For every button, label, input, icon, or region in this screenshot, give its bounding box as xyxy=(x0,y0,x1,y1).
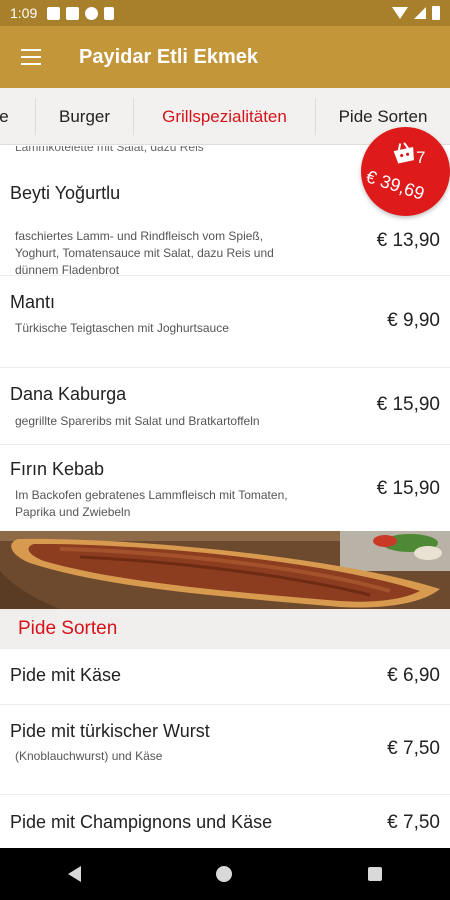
item-name: Pide mit türkischer Wurst xyxy=(10,721,210,741)
item-name: Dana Kaburga xyxy=(10,384,127,404)
app-title: Payidar Etli Ekmek xyxy=(79,45,258,68)
item-price: € 13,90 xyxy=(376,230,440,251)
status-time: 1:09 xyxy=(10,5,38,21)
hamburger-menu-icon[interactable] xyxy=(0,26,62,88)
item-description: (Knoblauchwurst) und Käse xyxy=(15,749,163,763)
shopping-bag-icon xyxy=(393,142,414,164)
menu-item[interactable]: Fırın Kebab Im Backofen gebratenes Lammf… xyxy=(0,445,450,531)
item-price: € 15,90 xyxy=(376,478,440,499)
back-icon[interactable] xyxy=(67,866,81,882)
menu-item[interactable]: Pide mit türkischer Wurst (Knoblauchwurs… xyxy=(0,705,450,795)
square-notification-icon xyxy=(47,6,61,20)
item-name: Beyti Yoğurtlu xyxy=(10,183,121,203)
item-price: € 6,90 xyxy=(387,665,440,686)
item-description: gegrillte Spareribs mit Salat und Bratka… xyxy=(15,414,260,428)
item-price: € 15,90 xyxy=(376,394,440,415)
recents-icon[interactable] xyxy=(368,867,383,881)
pide-illustration xyxy=(0,531,450,609)
signal-icon xyxy=(414,7,426,19)
cart-item-count: 7 xyxy=(416,148,426,167)
app-screen: 1:09 Payidar Etli Ekmek e Burger Grillsp… xyxy=(0,0,450,900)
menu-item[interactable]: Mantı Türkische Teigtaschen mit Joghurts… xyxy=(0,276,450,368)
partial-item-description: Lammkotelette mit Salat, dazu Reis xyxy=(15,146,204,154)
item-description: faschiertes Lamm- und Rindfleisch vom Sp… xyxy=(15,229,274,277)
item-name: Fırın Kebab xyxy=(10,459,105,479)
menu-item[interactable]: Pide mit Champignons und Käse € 7,50 xyxy=(0,795,450,848)
cart-badge-button[interactable]: 7 € 39,69 xyxy=(361,127,450,216)
wifi-icon xyxy=(392,7,408,19)
menu-item[interactable]: Dana Kaburga gegrillte Spareribs mit Sal… xyxy=(0,368,450,445)
square-notification-icon xyxy=(66,6,80,20)
tab-burger[interactable]: Burger xyxy=(36,88,133,144)
item-price: € 7,50 xyxy=(387,738,440,759)
home-icon[interactable] xyxy=(216,866,233,882)
app-bar: Payidar Etli Ekmek xyxy=(0,26,450,88)
item-price: € 7,50 xyxy=(387,812,440,833)
system-nav-bar xyxy=(0,848,450,900)
pide-banner-image xyxy=(0,531,450,609)
section-title: Pide Sorten xyxy=(18,618,118,639)
status-bar: 1:09 xyxy=(0,0,450,26)
item-description: Türkische Teigtaschen mit Joghurtsauce xyxy=(15,321,229,335)
battery-icon xyxy=(432,6,440,20)
status-right-icons xyxy=(392,6,440,20)
tab-grillspezialitaeten[interactable]: Grillspezialitäten xyxy=(134,88,315,144)
section-header: Pide Sorten xyxy=(0,609,450,649)
item-description: Im Backofen gebratenes Lammfleisch mit T… xyxy=(15,488,288,519)
item-name: Mantı xyxy=(10,292,56,312)
item-name: Pide mit Käse xyxy=(10,665,122,685)
sd-card-icon xyxy=(104,6,115,20)
item-price: € 9,90 xyxy=(387,310,440,331)
menu-list[interactable]: Lammkotelette mit Salat, dazu Reis Beyti… xyxy=(0,146,450,848)
cart-total: € 39,69 xyxy=(363,166,427,204)
menu-item[interactable]: Pide mit Käse € 6,90 xyxy=(0,649,450,705)
item-name: Pide mit Champignons und Käse xyxy=(10,812,273,832)
app-notification-icon xyxy=(85,6,99,20)
tab-previous[interactable]: e xyxy=(0,88,14,144)
